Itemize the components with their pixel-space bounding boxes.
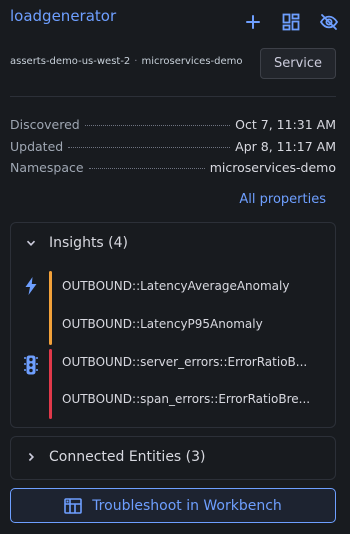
insight-item[interactable]: OUTBOUND::span_errors::ErrorRatioBre... — [62, 392, 327, 406]
insight-item[interactable]: OUTBOUND::LatencyP95Anomaly — [62, 317, 327, 331]
severity-bar-error — [49, 349, 52, 419]
eye-slash-icon[interactable] — [318, 11, 340, 33]
connected-entities-title: Connected Entities (3) — [49, 449, 206, 465]
property-key: Namespace — [10, 160, 84, 175]
property-value: microservices-demo — [209, 160, 336, 175]
property-row: Discovered Oct 7, 11:31 AM — [10, 117, 336, 139]
header-actions — [242, 11, 340, 33]
dot-leader — [68, 146, 231, 148]
traffic-light-icon — [23, 355, 39, 375]
insights-header[interactable]: Insights (4) — [25, 235, 128, 251]
severity-bar-warning — [49, 271, 52, 345]
dot-leader — [88, 168, 205, 169]
entity-scope: asserts-demo-us-west-2 · microservices-dem… — [10, 56, 243, 67]
dashboard-grid-icon[interactable] — [280, 11, 302, 33]
cluster-label: asserts-demo-us-west-2 — [10, 56, 131, 67]
troubleshoot-workbench-button[interactable]: Troubleshoot in Workbench — [10, 488, 336, 523]
scope-separator: · — [134, 56, 138, 67]
property-row: Namespace microservices-demo — [10, 160, 336, 182]
divider — [10, 96, 336, 97]
insight-group-error: OUTBOUND::server_errors::ErrorRatioB... … — [23, 349, 327, 419]
insight-item[interactable]: OUTBOUND::server_errors::ErrorRatioB... — [62, 355, 327, 369]
insight-item[interactable]: OUTBOUND::LatencyAverageAnomaly — [62, 279, 327, 293]
workbench-button-label: Troubleshoot in Workbench — [92, 497, 282, 514]
chevron-right-icon — [25, 451, 37, 463]
entity-title[interactable]: loadgenerator — [10, 7, 116, 25]
entity-type-button[interactable]: Service — [260, 48, 336, 79]
plus-icon[interactable] — [242, 11, 264, 33]
dot-leader — [84, 125, 231, 126]
all-properties-link[interactable]: All properties — [239, 192, 326, 207]
property-value: Apr 8, 11:17 AM — [235, 138, 336, 154]
insight-group-warning: OUTBOUND::LatencyAverageAnomaly OUTBOUND… — [23, 271, 327, 345]
environment-label: microservices-demo — [141, 56, 243, 67]
insights-title: Insights (4) — [49, 235, 129, 251]
property-key: Updated — [10, 138, 64, 154]
workbench-grid-icon — [64, 497, 82, 514]
lightning-bolt-icon — [23, 277, 39, 295]
insights-panel: Insights (4) OUTBOUND::LatencyAverageAno… — [10, 222, 336, 428]
property-row: Updated Apr 8, 11:17 AM — [10, 139, 336, 161]
property-key: Discovered — [10, 117, 80, 132]
chevron-down-icon — [25, 237, 37, 249]
properties-list: Discovered Oct 7, 11:31 AM Updated Apr 8… — [10, 117, 336, 182]
entity-header: loadgenerator — [10, 7, 340, 37]
connected-entities-panel: Connected Entities (3) — [10, 436, 336, 480]
property-value: Oct 7, 11:31 AM — [235, 117, 336, 132]
connected-entities-header[interactable]: Connected Entities (3) — [25, 449, 206, 465]
